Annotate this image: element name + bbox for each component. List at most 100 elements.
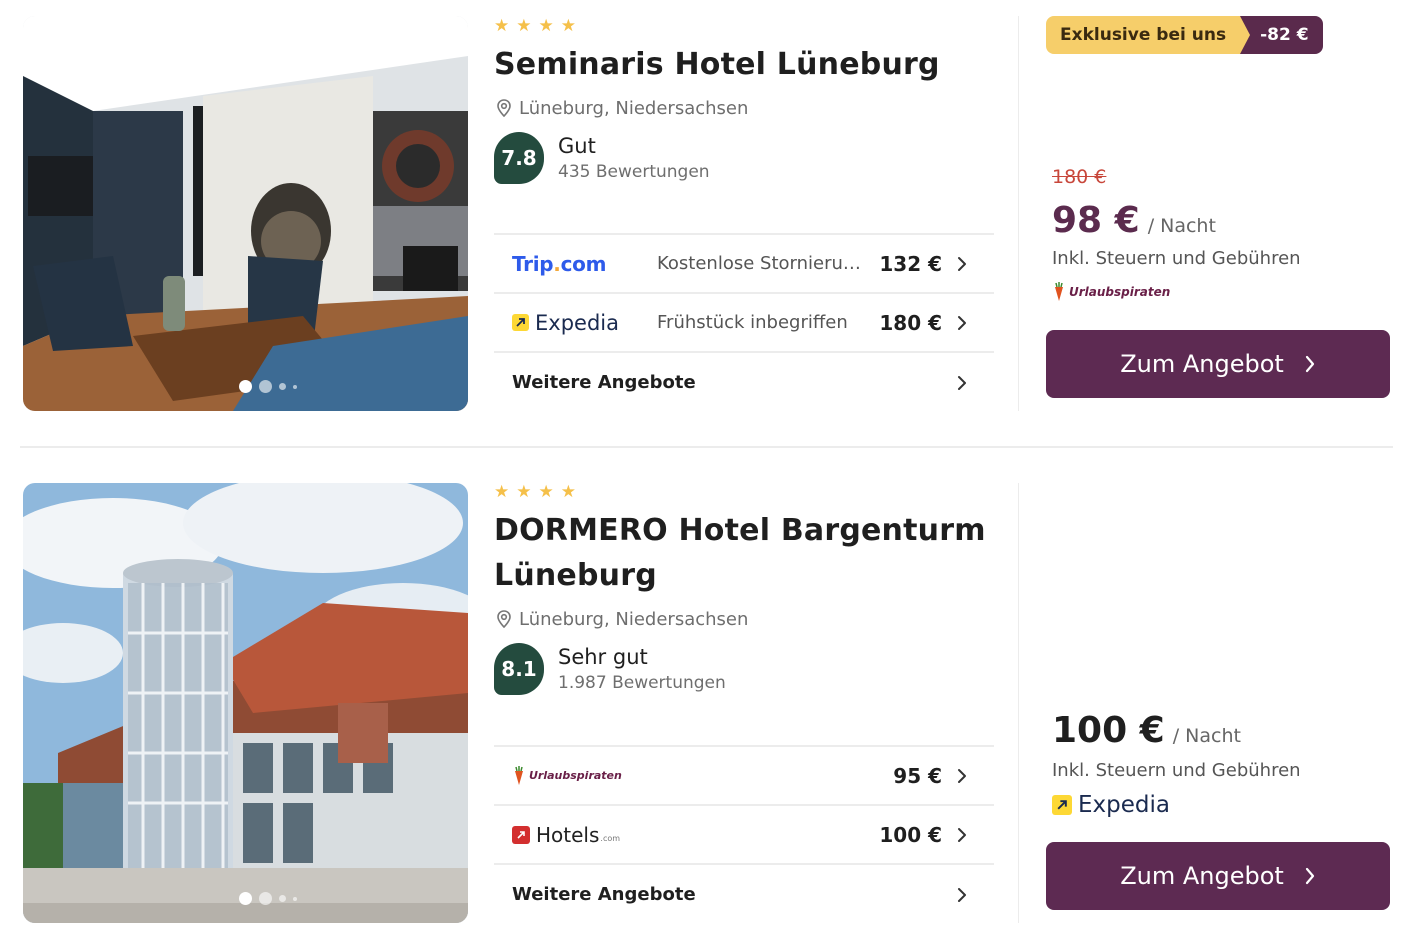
- hotel-location: Lüneburg, Niedersachsen: [494, 93, 994, 123]
- chevron-right-icon: [958, 256, 966, 271]
- hotel-card-seminaris[interactable]: ★ ★ ★ ★ Seminaris Hotel Lüneburg Lünebur…: [0, 0, 1412, 430]
- offer-row-expedia[interactable]: Expedia Frühstück inbegriffen 180 €: [494, 294, 994, 353]
- urlaubspiraten-logo: Urlaubspiraten: [512, 765, 622, 786]
- exclusive-badge: Exklusive bei uns -82 €: [1046, 16, 1323, 54]
- offer-list: Urlaubspiraten 95 € Hotels .com 100 € We…: [494, 745, 994, 924]
- location-text: Lüneburg, Niedersachsen: [519, 608, 749, 630]
- carrot-icon: [1055, 282, 1063, 301]
- provider-suffix: .com: [600, 834, 621, 843]
- carrot-icon: [515, 765, 523, 785]
- more-offers-label: Weitere Angebote: [512, 372, 696, 393]
- price-panel: Exklusive bei uns -82 € 180 € 98 € / Nac…: [1046, 0, 1390, 430]
- price-provider: Expedia: [1052, 792, 1170, 818]
- provider-logo: Urlaubspiraten: [512, 765, 893, 786]
- provider-name: Hotels: [536, 822, 600, 847]
- badge-label: Exklusive bei uns: [1046, 16, 1251, 54]
- tax-note: Inkl. Steuern und Gebühren: [1052, 760, 1301, 781]
- zum-angebot-button[interactable]: Zum Angebot: [1046, 330, 1390, 398]
- star-icon: ★: [560, 15, 576, 36]
- star-icon: ★: [560, 481, 576, 502]
- room-interior-image: [23, 16, 468, 411]
- more-offers-row[interactable]: Weitere Angebote: [494, 865, 994, 924]
- column-divider: [1018, 16, 1019, 411]
- cta-label: Zum Angebot: [1120, 862, 1284, 890]
- more-offers-label: Weitere Angebote: [512, 884, 696, 905]
- expedia-logo-icon: [512, 314, 529, 331]
- rating-label: Sehr gut: [558, 645, 648, 669]
- chevron-right-icon: [958, 375, 966, 390]
- hotel-info: ★ ★ ★ ★ DORMERO Hotel Bargenturm Lünebur…: [494, 482, 994, 696]
- price-provider-name: Expedia: [1078, 792, 1170, 818]
- price-line: 98 € / Nacht: [1052, 200, 1216, 241]
- chevron-right-icon: [1305, 867, 1314, 885]
- hotels-com-logo-icon: [512, 825, 530, 844]
- offer-row-hotels-com[interactable]: Hotels .com 100 €: [494, 806, 994, 865]
- hotel-stars: ★ ★ ★ ★: [494, 16, 994, 36]
- per-night-label: / Nacht: [1172, 725, 1241, 747]
- photo-carousel-dots[interactable]: [239, 892, 297, 905]
- carousel-dot[interactable]: [293, 896, 297, 901]
- price-provider: Urlaubspiraten: [1052, 282, 1170, 302]
- carousel-dot[interactable]: [259, 892, 272, 905]
- review-count: 1.987 Bewertungen: [558, 673, 726, 693]
- hotel-name[interactable]: Seminaris Hotel Lüneburg: [494, 42, 994, 87]
- current-price: 100 €: [1052, 710, 1165, 751]
- old-price: 180 €: [1052, 166, 1107, 188]
- hotel-name[interactable]: DORMERO Hotel Bargenturm Lüneburg: [494, 508, 994, 598]
- tripcom-logo: Trip.com: [512, 251, 607, 276]
- chevron-right-icon: [958, 827, 966, 842]
- provider-name: Expedia: [535, 310, 619, 335]
- offer-note: Kostenlose Stornierung: [657, 253, 866, 274]
- offer-price: 95 €: [893, 763, 942, 788]
- provider-logo: Hotels .com: [512, 823, 879, 847]
- hotel-rating[interactable]: 8.1 Sehr gut 1.987 Bewertungen: [494, 642, 994, 696]
- per-night-label: / Nacht: [1147, 215, 1216, 237]
- carousel-dot[interactable]: [279, 895, 286, 902]
- hotel-rating[interactable]: 7.8 Gut 435 Bewertungen: [494, 131, 994, 185]
- star-icon: ★: [494, 481, 510, 502]
- carousel-dot[interactable]: [239, 380, 252, 393]
- location-text: Lüneburg, Niedersachsen: [519, 97, 749, 119]
- offer-price: 180 €: [879, 310, 942, 335]
- rating-label: Gut: [558, 134, 596, 158]
- zum-angebot-button[interactable]: Zum Angebot: [1046, 842, 1390, 910]
- tax-note: Inkl. Steuern und Gebühren: [1052, 248, 1301, 269]
- hotel-stars: ★ ★ ★ ★: [494, 482, 994, 502]
- location-pin-icon: [497, 610, 511, 629]
- offer-price: 132 €: [879, 251, 942, 276]
- offer-row-urlaubspiraten[interactable]: Urlaubspiraten 95 €: [494, 747, 994, 806]
- carousel-dot[interactable]: [259, 380, 272, 393]
- carousel-dot[interactable]: [279, 383, 286, 390]
- photo-carousel-dots[interactable]: [239, 380, 297, 393]
- hotel-info: ★ ★ ★ ★ Seminaris Hotel Lüneburg Lünebur…: [494, 16, 994, 185]
- hotel-card-dormero[interactable]: ★ ★ ★ ★ DORMERO Hotel Bargenturm Lünebur…: [0, 466, 1412, 944]
- price-provider-name: Urlaubspiraten: [1069, 285, 1171, 299]
- provider-logo: Trip.com: [512, 252, 657, 276]
- chevron-right-icon: [958, 768, 966, 783]
- chevron-right-icon: [958, 887, 966, 902]
- offer-row-tripcom[interactable]: Trip.com Kostenlose Stornierung 132 €: [494, 235, 994, 294]
- price-line: 100 € / Nacht: [1052, 710, 1241, 751]
- hotel-photo[interactable]: [23, 16, 468, 411]
- provider-name: Urlaubspiraten: [529, 769, 622, 782]
- offer-price: 100 €: [879, 822, 942, 847]
- carousel-dot[interactable]: [239, 892, 252, 905]
- chevron-right-icon: [958, 315, 966, 330]
- hotel-photo[interactable]: [23, 483, 468, 923]
- rating-score-badge: 8.1: [494, 643, 544, 695]
- column-divider: [1018, 483, 1019, 923]
- hotel-exterior-image: [23, 483, 468, 923]
- rating-score-badge: 7.8: [494, 132, 544, 184]
- cta-label: Zum Angebot: [1120, 350, 1284, 378]
- price-panel: 100 € / Nacht Inkl. Steuern und Gebühren…: [1046, 466, 1390, 944]
- review-count: 435 Bewertungen: [558, 162, 710, 182]
- location-pin-icon: [497, 99, 511, 118]
- badge-discount: -82 €: [1240, 16, 1323, 54]
- offer-list: Trip.com Kostenlose Stornierung 132 € Ex…: [494, 233, 994, 412]
- provider-logo: Expedia: [512, 311, 657, 335]
- carousel-dot[interactable]: [293, 384, 297, 389]
- chevron-right-icon: [1305, 355, 1314, 373]
- urlaubspiraten-logo: Urlaubspiraten: [1052, 282, 1170, 302]
- more-offers-row[interactable]: Weitere Angebote: [494, 353, 994, 412]
- card-divider: [20, 446, 1393, 448]
